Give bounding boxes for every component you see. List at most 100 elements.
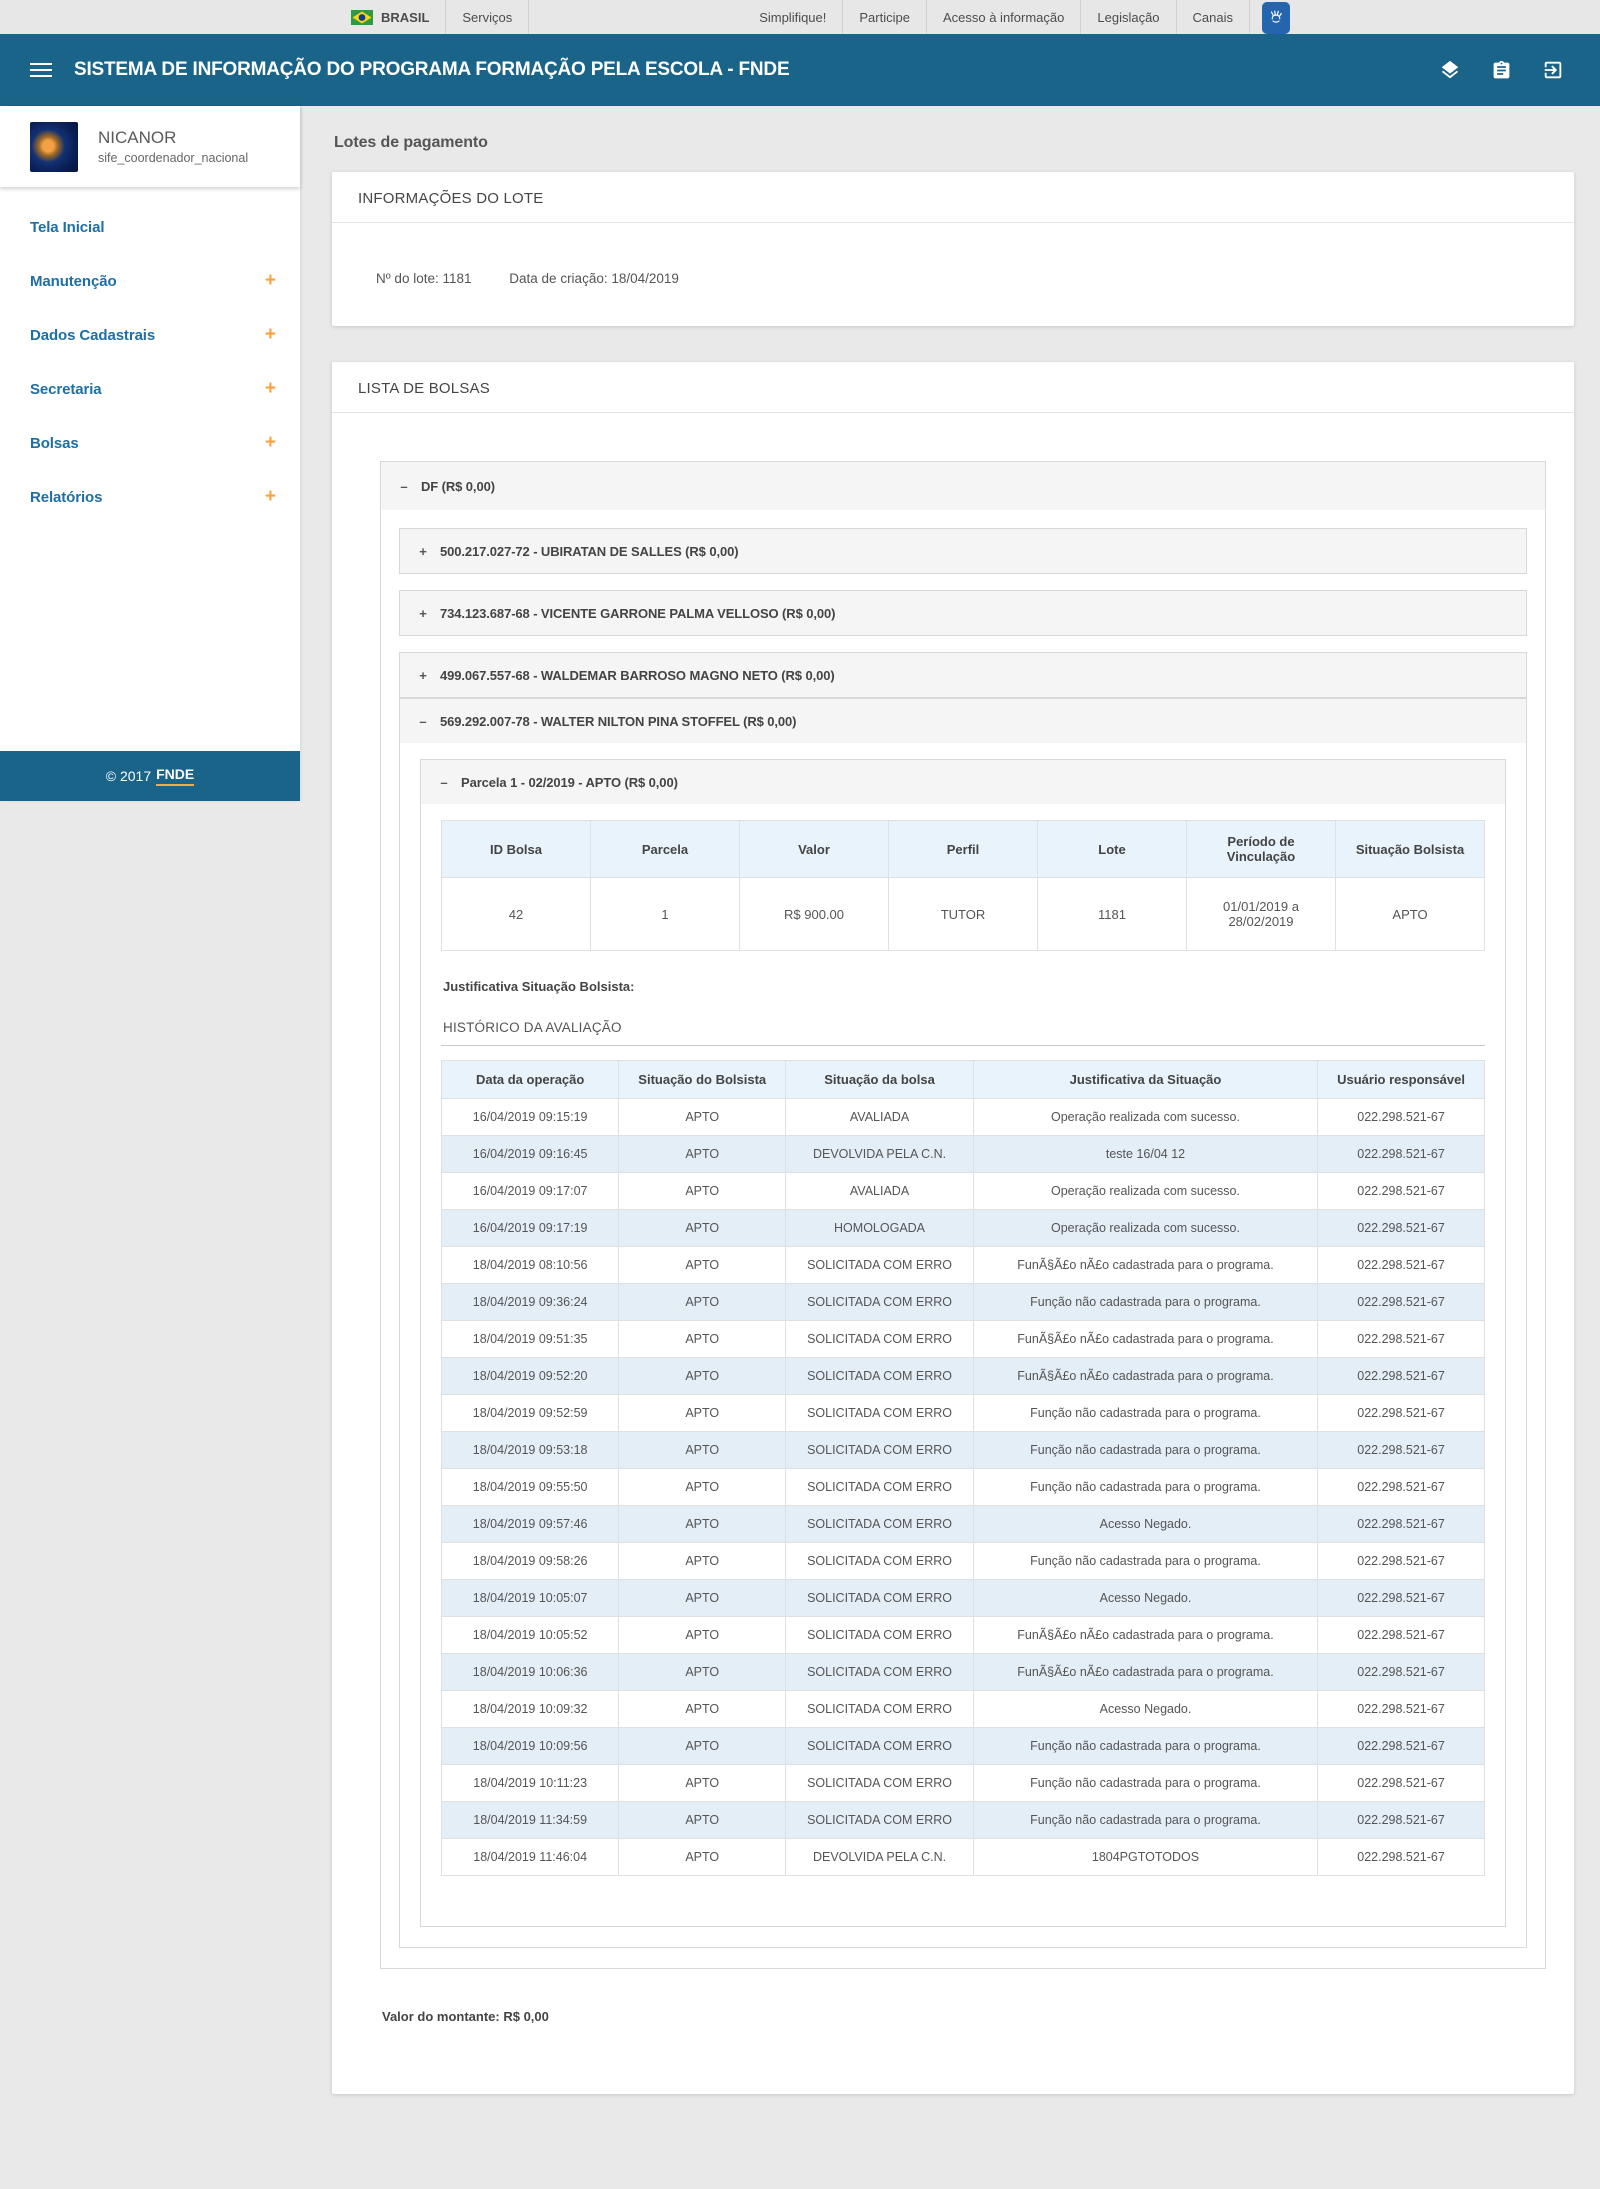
table-cell: 18/04/2019 08:10:56 bbox=[442, 1247, 619, 1284]
bolsista-panel: +499.067.557-68 - WALDEMAR BARROSO MAGNO… bbox=[399, 652, 1527, 698]
gov-link-servicos[interactable]: Serviços bbox=[445, 0, 529, 34]
expand-plus-icon: + bbox=[265, 486, 276, 508]
lote-info-card: INFORMAÇÕES DO LOTE Nº do lote: 1181 Dat… bbox=[332, 172, 1574, 326]
table-cell: 18/04/2019 11:34:59 bbox=[442, 1802, 619, 1839]
table-row: 18/04/2019 11:34:59APTOSOLICITADA COM ER… bbox=[442, 1802, 1485, 1839]
column-header: Situação da bolsa bbox=[786, 1061, 974, 1099]
table-row: 16/04/2019 09:17:19APTOHOMOLOGADAOperaçã… bbox=[442, 1210, 1485, 1247]
table-cell: AVALIADA bbox=[786, 1099, 974, 1136]
table-cell: Função não cadastrada para o programa. bbox=[973, 1728, 1317, 1765]
bolsista-panel-header[interactable]: +500.217.027-72 - UBIRATAN DE SALLES (R$… bbox=[400, 529, 1526, 573]
gov-link-acesso-a-informacao[interactable]: Acesso à informação bbox=[926, 0, 1080, 34]
table-cell: 1181 bbox=[1038, 878, 1187, 951]
table-cell: SOLICITADA COM ERRO bbox=[786, 1691, 974, 1728]
uf-panel-header[interactable]: – DF (R$ 0,00) bbox=[381, 462, 1545, 510]
sidebar-item-secretaria[interactable]: Secretaria+ bbox=[0, 362, 300, 416]
table-cell: Função não cadastrada para o programa. bbox=[973, 1469, 1317, 1506]
sidebar-menu: Tela InicialManutenção+Dados Cadastrais+… bbox=[0, 187, 300, 751]
table-cell: HOMOLOGADA bbox=[786, 1210, 974, 1247]
menu-hamburger-icon[interactable] bbox=[30, 63, 52, 77]
montante-label: Valor do montante: R$ 0,00 bbox=[382, 2009, 1546, 2024]
gov-brand: BRASIL bbox=[335, 0, 445, 34]
table-cell: Função não cadastrada para o programa. bbox=[973, 1395, 1317, 1432]
table-cell: SOLICITADA COM ERRO bbox=[786, 1765, 974, 1802]
table-cell: 18/04/2019 10:05:52 bbox=[442, 1617, 619, 1654]
table-cell: 42 bbox=[442, 878, 591, 951]
table-cell: Acesso Negado. bbox=[973, 1691, 1317, 1728]
sidebar-footer: © 2017 FNDE bbox=[0, 751, 300, 801]
table-cell: SOLICITADA COM ERRO bbox=[786, 1728, 974, 1765]
avatar bbox=[30, 122, 78, 172]
table-cell: SOLICITADA COM ERRO bbox=[786, 1395, 974, 1432]
table-row: 18/04/2019 09:52:20APTOSOLICITADA COM ER… bbox=[442, 1358, 1485, 1395]
table-cell: 18/04/2019 09:58:26 bbox=[442, 1543, 619, 1580]
layers-icon[interactable] bbox=[1439, 59, 1461, 81]
table-cell: FunÃ§Ã£o nÃ£o cadastrada para o programa… bbox=[973, 1617, 1317, 1654]
table-cell: 18/04/2019 10:09:32 bbox=[442, 1691, 619, 1728]
column-header: Data da operação bbox=[442, 1061, 619, 1099]
logout-icon[interactable] bbox=[1542, 59, 1564, 81]
user-card: NICANOR sife_coordenador_nacional bbox=[0, 106, 300, 187]
column-header: Período de Vinculação bbox=[1187, 821, 1336, 878]
table-cell: 022.298.521-67 bbox=[1318, 1580, 1485, 1617]
table-cell: SOLICITADA COM ERRO bbox=[786, 1654, 974, 1691]
table-cell: 18/04/2019 10:09:56 bbox=[442, 1728, 619, 1765]
parcela-panel-header[interactable]: – Parcela 1 - 02/2019 - APTO (R$ 0,00) bbox=[421, 760, 1505, 804]
table-cell: APTO bbox=[619, 1395, 786, 1432]
table-cell: SOLICITADA COM ERRO bbox=[786, 1617, 974, 1654]
sidebar-item-tela-inicial[interactable]: Tela Inicial bbox=[0, 200, 300, 254]
table-cell: SOLICITADA COM ERRO bbox=[786, 1802, 974, 1839]
table-cell: 18/04/2019 09:51:35 bbox=[442, 1321, 619, 1358]
gov-link-simplifique-[interactable]: Simplifique! bbox=[743, 0, 842, 34]
lista-bolsas-card: LISTA DE BOLSAS – DF (R$ 0,00) +500.217.… bbox=[332, 362, 1574, 2094]
table-cell: 022.298.521-67 bbox=[1318, 1839, 1485, 1876]
column-header: Justificativa da Situação bbox=[973, 1061, 1317, 1099]
table-row: 18/04/2019 09:53:18APTOSOLICITADA COM ER… bbox=[442, 1432, 1485, 1469]
historico-title: HISTÓRICO DA AVALIAÇÃO bbox=[443, 1020, 1485, 1035]
table-cell: 16/04/2019 09:17:19 bbox=[442, 1210, 619, 1247]
table-cell: Operação realizada com sucesso. bbox=[973, 1099, 1317, 1136]
parcela-panel: – Parcela 1 - 02/2019 - APTO (R$ 0,00) I… bbox=[420, 759, 1506, 1927]
table-cell: Função não cadastrada para o programa. bbox=[973, 1765, 1317, 1802]
gov-link-legislacao[interactable]: Legislação bbox=[1080, 0, 1175, 34]
table-cell: APTO bbox=[619, 1506, 786, 1543]
sidebar-item-dados-cadastrais[interactable]: Dados Cadastrais+ bbox=[0, 308, 300, 362]
table-cell: Função não cadastrada para o programa. bbox=[973, 1543, 1317, 1580]
bolsista-label: 500.217.027-72 - UBIRATAN DE SALLES (R$ … bbox=[440, 544, 738, 559]
history-table: Data da operaçãoSituação do BolsistaSitu… bbox=[441, 1060, 1485, 1876]
expand-plus-icon: + bbox=[265, 270, 276, 292]
copyright-text: © 2017 bbox=[106, 768, 151, 784]
table-cell: 18/04/2019 10:05:07 bbox=[442, 1580, 619, 1617]
table-cell: DEVOLVIDA PELA C.N. bbox=[786, 1136, 974, 1173]
table-cell: SOLICITADA COM ERRO bbox=[786, 1358, 974, 1395]
bolsista-panel-header[interactable]: +734.123.687-68 - VICENTE GARRONE PALMA … bbox=[400, 591, 1526, 635]
gov-link-canais[interactable]: Canais bbox=[1176, 0, 1250, 34]
sidebar-item-relatorios[interactable]: Relatórios+ bbox=[0, 470, 300, 524]
bolsista-panel-header[interactable]: – 569.292.007-78 - WALTER NILTON PINA ST… bbox=[400, 699, 1526, 743]
vlibras-icon[interactable] bbox=[1262, 2, 1290, 34]
table-cell: FunÃ§Ã£o nÃ£o cadastrada para o programa… bbox=[973, 1247, 1317, 1284]
table-cell: APTO bbox=[619, 1580, 786, 1617]
table-cell: 022.298.521-67 bbox=[1318, 1321, 1485, 1358]
table-cell: APTO bbox=[619, 1654, 786, 1691]
sidebar-item-bolsas[interactable]: Bolsas+ bbox=[0, 416, 300, 470]
table-cell: APTO bbox=[619, 1099, 786, 1136]
table-cell: 18/04/2019 11:46:04 bbox=[442, 1839, 619, 1876]
table-cell: FunÃ§Ã£o nÃ£o cadastrada para o programa… bbox=[973, 1321, 1317, 1358]
bolsista-label: 569.292.007-78 - WALTER NILTON PINA STOF… bbox=[440, 714, 796, 729]
table-row: 18/04/2019 09:58:26APTOSOLICITADA COM ER… bbox=[442, 1543, 1485, 1580]
bolsista-panel-header[interactable]: +499.067.557-68 - WALDEMAR BARROSO MAGNO… bbox=[400, 653, 1526, 697]
clipboard-icon[interactable] bbox=[1491, 60, 1512, 81]
table-cell: 022.298.521-67 bbox=[1318, 1210, 1485, 1247]
gov-link-participe[interactable]: Participe bbox=[842, 0, 926, 34]
table-row: 18/04/2019 08:10:56APTOSOLICITADA COM ER… bbox=[442, 1247, 1485, 1284]
table-cell: APTO bbox=[619, 1136, 786, 1173]
sidebar-item-manutencao[interactable]: Manutenção+ bbox=[0, 254, 300, 308]
table-cell: APTO bbox=[619, 1617, 786, 1654]
parcela-label: Parcela 1 - 02/2019 - APTO (R$ 0,00) bbox=[461, 775, 678, 790]
table-cell: 022.298.521-67 bbox=[1318, 1099, 1485, 1136]
table-cell: 022.298.521-67 bbox=[1318, 1691, 1485, 1728]
fnde-link[interactable]: FNDE bbox=[156, 766, 194, 786]
table-row: 16/04/2019 09:17:07APTOAVALIADAOperação … bbox=[442, 1173, 1485, 1210]
table-cell: SOLICITADA COM ERRO bbox=[786, 1580, 974, 1617]
